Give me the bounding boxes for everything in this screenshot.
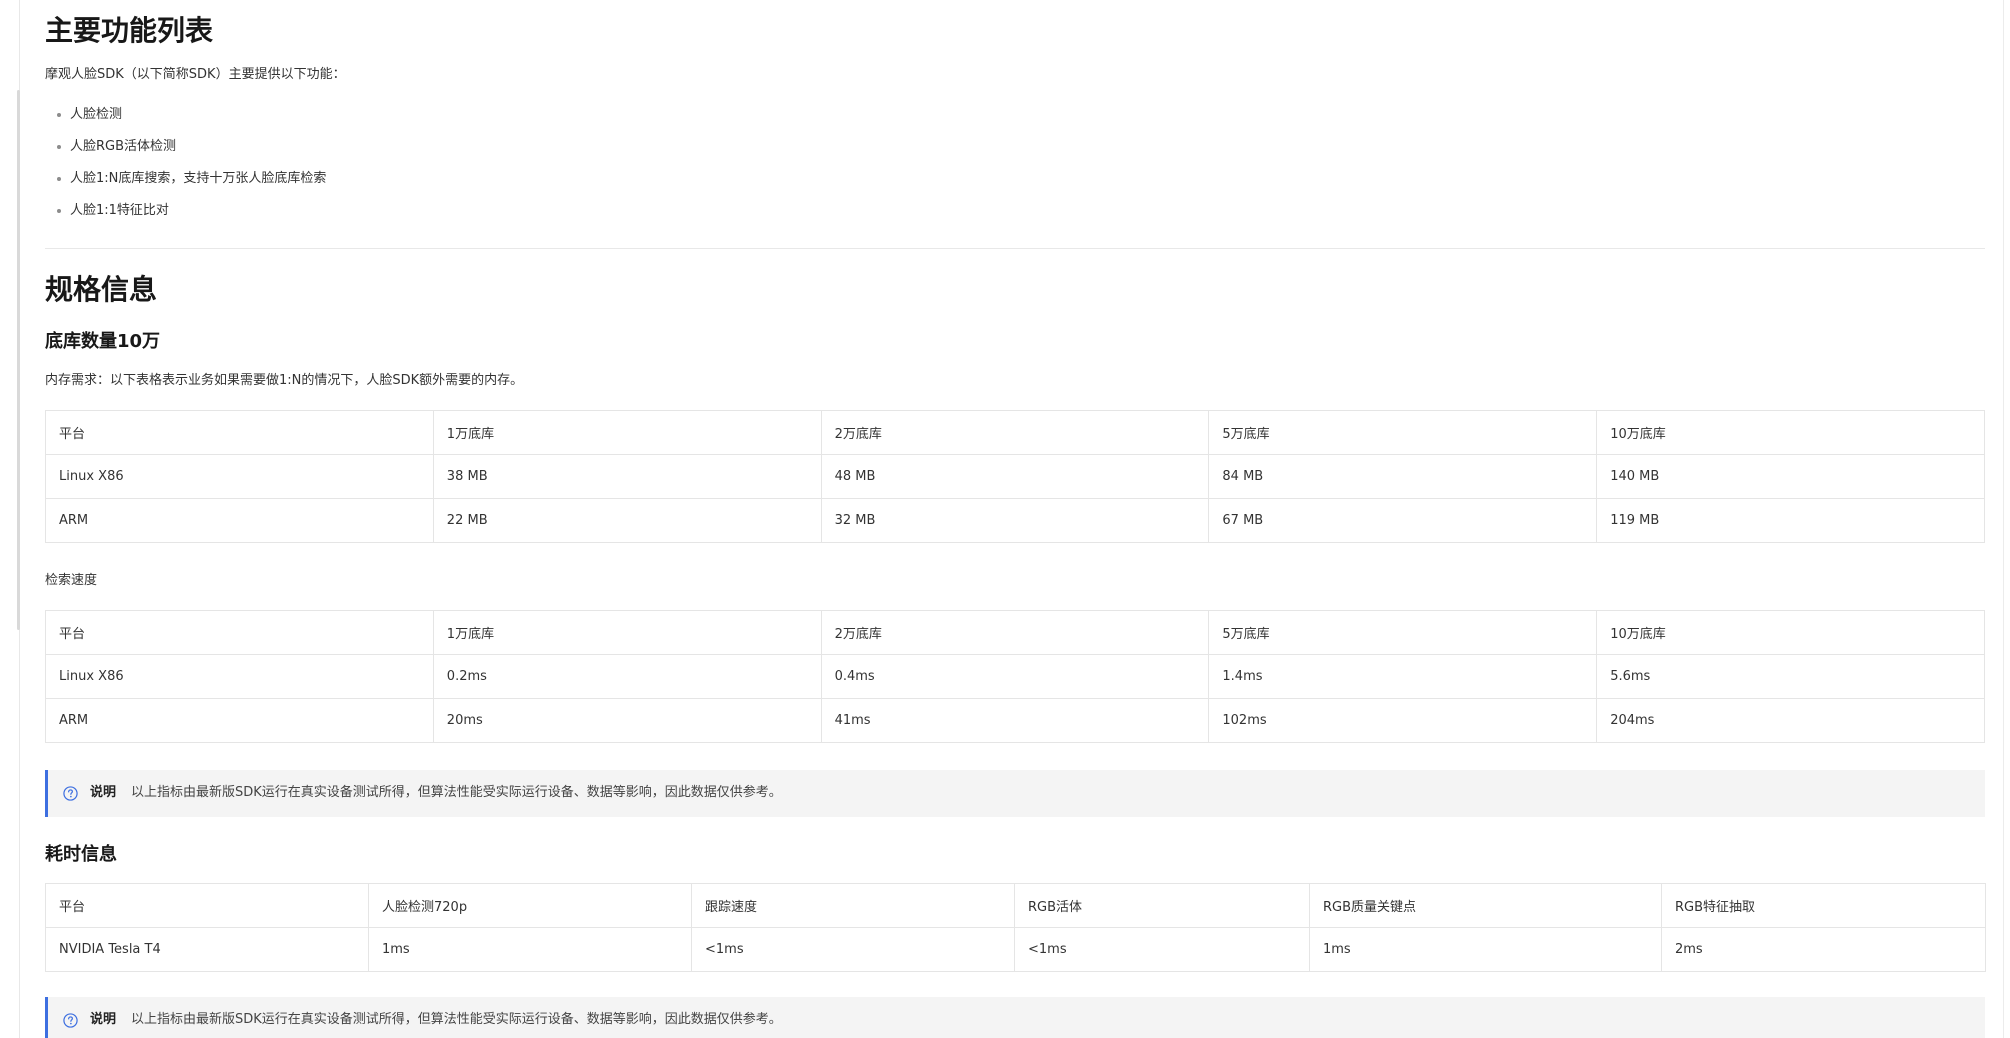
table-cell: NVIDIA Tesla T4: [45, 927, 369, 972]
table-cell: 204ms: [1596, 698, 1985, 743]
table-header-cell: 5万底库: [1208, 610, 1598, 655]
timing-note-callout: 说明 以上指标由最新版SDK运行在真实设备测试所得，但算法性能受实际运行设备、数…: [45, 997, 1985, 1038]
table-cell: <1ms: [1014, 927, 1310, 972]
table-header-row: 平台 1万底库 2万底库 5万底库 10万底库: [45, 410, 1985, 455]
table-header-cell: 平台: [45, 883, 369, 928]
table-header-cell: 跟踪速度: [691, 883, 1015, 928]
table-cell: 1ms: [368, 927, 692, 972]
table-row: ARM 20ms 41ms 102ms 204ms: [45, 698, 1985, 743]
table-header-cell: 1万底库: [432, 410, 822, 455]
table-cell: 0.2ms: [432, 654, 822, 699]
table-header-cell: RGB活体: [1014, 883, 1310, 928]
features-intro: 摩观人脸SDK（以下简称SDK）主要提供以下功能：: [45, 67, 346, 82]
table-header-cell: 平台: [45, 610, 434, 655]
timing-heading: 耗时信息: [45, 844, 117, 865]
table-cell: 119 MB: [1596, 498, 1985, 543]
table-row: ARM 22 MB 32 MB 67 MB 119 MB: [45, 498, 1985, 543]
document-content: 主要功能列表 摩观人脸SDK（以下简称SDK）主要提供以下功能： 人脸检测 人脸…: [45, 0, 1986, 1038]
table-header-cell: 5万底库: [1208, 410, 1598, 455]
table-header-cell: 1万底库: [432, 610, 822, 655]
note-title: 说明: [90, 1012, 117, 1027]
right-border: [2003, 0, 2004, 1038]
table-cell: 38 MB: [432, 454, 822, 499]
table-header-cell: 人脸检测720p: [368, 883, 692, 928]
table-cell: ARM: [45, 698, 434, 743]
table-cell: 2ms: [1661, 927, 1986, 972]
table-row: Linux X86 0.2ms 0.4ms 1.4ms 5.6ms: [45, 654, 1985, 699]
spec-subheading: 底库数量10万: [45, 331, 161, 352]
question-circle-icon: [63, 786, 78, 801]
spec-heading: 规格信息: [45, 273, 158, 306]
table-cell: 5.6ms: [1596, 654, 1985, 699]
feature-list: 人脸检测 人脸RGB活体检测 人脸1:N底库搜索，支持十万张人脸底库检索 人脸1…: [45, 104, 326, 232]
table-cell: 41ms: [820, 698, 1210, 743]
table-cell: 1ms: [1309, 927, 1662, 972]
table-cell: 32 MB: [820, 498, 1210, 543]
table-cell: 67 MB: [1208, 498, 1598, 543]
scrollbar-thumb[interactable]: [17, 90, 20, 630]
table-header-cell: 2万底库: [820, 410, 1210, 455]
question-circle-icon: [63, 1013, 78, 1028]
table-cell: <1ms: [691, 927, 1015, 972]
table-cell: ARM: [45, 498, 434, 543]
section-divider: [45, 248, 1985, 249]
table-cell: 84 MB: [1208, 454, 1598, 499]
features-heading: 主要功能列表: [45, 14, 214, 47]
table-header-cell: 10万底库: [1596, 610, 1985, 655]
speed-table: 平台 1万底库 2万底库 5万底库 10万底库 Linux X86 0.2ms …: [45, 610, 1985, 743]
memory-table: 平台 1万底库 2万底库 5万底库 10万底库 Linux X86 38 MB …: [45, 410, 1985, 543]
spec-note-callout: 说明 以上指标由最新版SDK运行在真实设备测试所得，但算法性能受实际运行设备、数…: [45, 770, 1985, 817]
table-cell: 102ms: [1208, 698, 1598, 743]
table-cell: 1.4ms: [1208, 654, 1598, 699]
table-cell: 22 MB: [432, 498, 822, 543]
table-header-cell: 平台: [45, 410, 434, 455]
table-header-cell: RGB质量关键点: [1309, 883, 1662, 928]
note-title: 说明: [90, 785, 117, 800]
table-header-cell: 2万底库: [820, 610, 1210, 655]
table-header-cell: 10万底库: [1596, 410, 1985, 455]
table-row: NVIDIA Tesla T4 1ms <1ms <1ms 1ms 2ms: [45, 927, 1986, 972]
table-cell: Linux X86: [45, 454, 434, 499]
note-text: 以上指标由最新版SDK运行在真实设备测试所得，但算法性能受实际运行设备、数据等影…: [131, 1012, 782, 1027]
table-cell: Linux X86: [45, 654, 434, 699]
table-header-row: 平台 人脸检测720p 跟踪速度 RGB活体 RGB质量关键点 RGB特征抽取: [45, 883, 1986, 928]
timing-table: 平台 人脸检测720p 跟踪速度 RGB活体 RGB质量关键点 RGB特征抽取 …: [45, 883, 1986, 972]
table-header-row: 平台 1万底库 2万底库 5万底库 10万底库: [45, 610, 1985, 655]
table-cell: 48 MB: [820, 454, 1210, 499]
speed-label: 检索速度: [45, 573, 98, 588]
list-item: 人脸RGB活体检测: [45, 136, 326, 168]
table-header-cell: RGB特征抽取: [1661, 883, 1986, 928]
table-cell: 140 MB: [1596, 454, 1985, 499]
list-item: 人脸1:N底库搜索，支持十万张人脸底库检索: [45, 168, 326, 200]
table-cell: 20ms: [432, 698, 822, 743]
list-item: 人脸1:1特征比对: [45, 200, 326, 232]
table-row: Linux X86 38 MB 48 MB 84 MB 140 MB: [45, 454, 1985, 499]
memory-description: 内存需求：以下表格表示业务如果需要做1:N的情况下，人脸SDK额外需要的内存。: [45, 373, 524, 388]
note-text: 以上指标由最新版SDK运行在真实设备测试所得，但算法性能受实际运行设备、数据等影…: [131, 785, 782, 800]
list-item: 人脸检测: [45, 104, 326, 136]
table-cell: 0.4ms: [820, 654, 1210, 699]
